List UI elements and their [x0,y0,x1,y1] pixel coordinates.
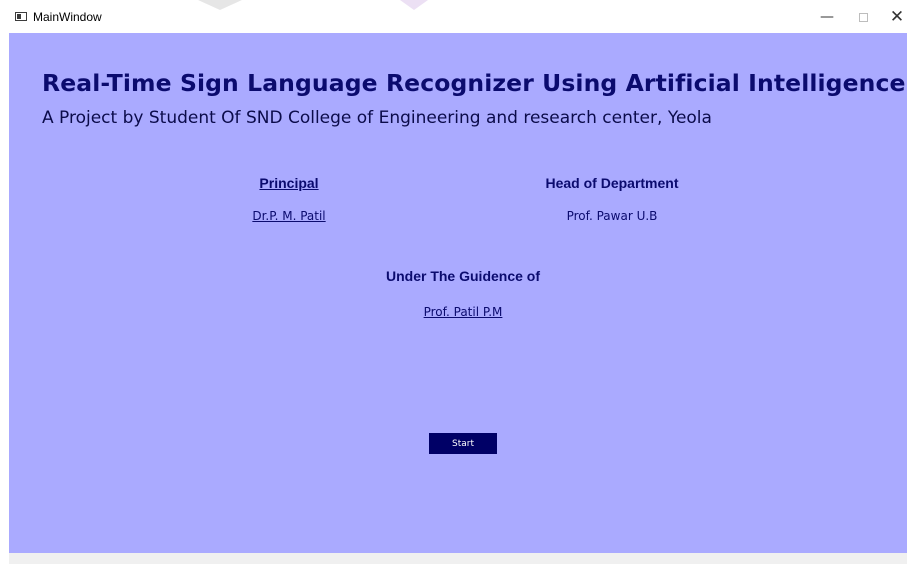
hod-heading: Head of Department [545,175,679,191]
maximize-button[interactable] [848,6,878,28]
maximize-icon [858,12,868,22]
minimize-icon: — [820,9,834,25]
project-title: Real-Time Sign Language Recognizer Using… [42,69,906,97]
main-panel: Real-Time Sign Language Recognizer Using… [9,33,907,553]
minimize-button[interactable]: — [812,6,842,28]
hod-name: Prof. Pawar U.B [566,209,658,223]
guidance-heading: Under The Guidence of [385,268,541,284]
start-button[interactable]: Start [429,433,497,454]
principal-name-link[interactable]: Dr.P. M. Patil [252,209,325,223]
background-decoration [198,0,242,10]
window-left-edge [0,0,9,564]
guide-name-link[interactable]: Prof. Patil P.M [424,305,503,319]
project-subtitle: A Project by Student Of SND College of E… [42,108,712,128]
app-window-icon [15,12,27,21]
window-title: MainWindow [33,10,102,24]
window-titlebar[interactable]: MainWindow — ✕ [9,0,907,33]
status-strip [9,553,907,564]
principal-heading: Principal [259,175,319,191]
background-decoration [400,0,428,10]
close-icon: ✕ [889,7,905,27]
close-button[interactable]: ✕ [882,6,907,28]
